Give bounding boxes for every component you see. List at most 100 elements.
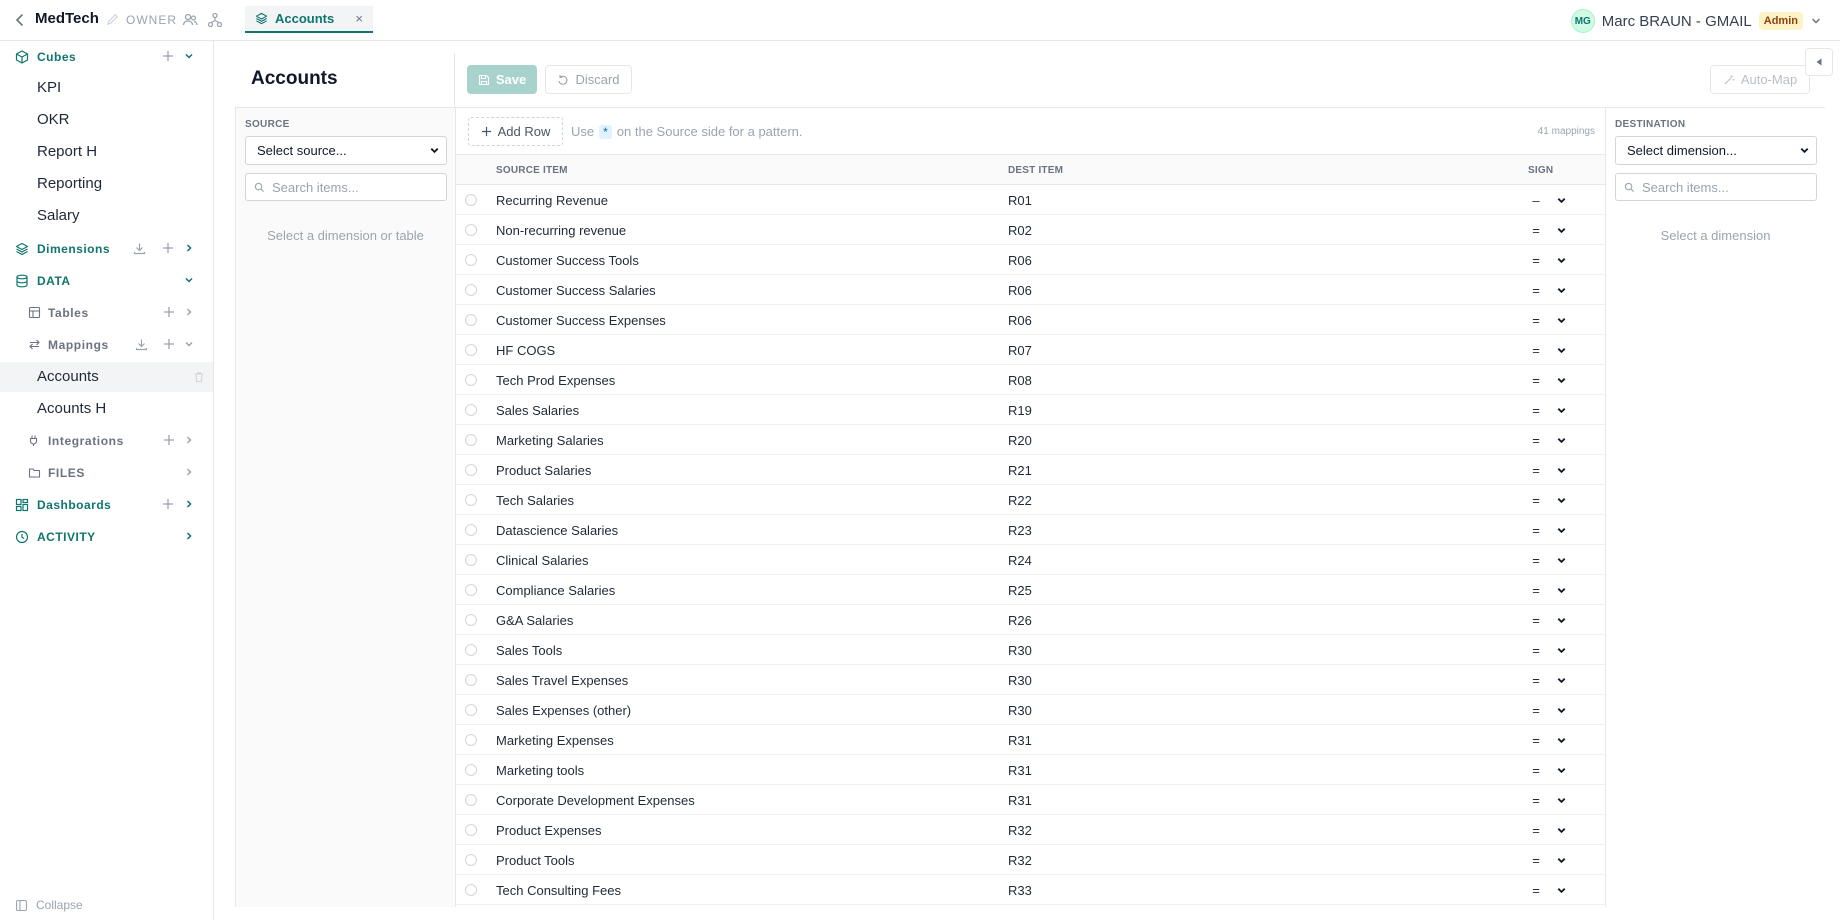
sign-chevron-down-icon[interactable] [1556,555,1567,566]
dest-item-cell[interactable]: R24 [1008,553,1032,568]
source-item-cell[interactable]: Sales Salaries [496,403,579,418]
dest-item-cell[interactable]: R31 [1008,733,1032,748]
sidebar-item-accounts[interactable]: Accounts [0,362,213,392]
sign-chevron-down-icon[interactable] [1556,645,1567,656]
column-header-dest[interactable]: DEST ITEM [1008,165,1063,176]
table-row[interactable]: Tech Salaries R22 = [456,485,1606,515]
table-row[interactable]: Corporate Development Expenses R31 = [456,785,1606,815]
dest-item-cell[interactable]: R23 [1008,523,1032,538]
tab-accounts[interactable]: Accounts × [245,6,373,33]
table-row[interactable]: Datascience Salaries R23 = [456,515,1606,545]
table-row[interactable]: Customer Success Tools R06 = [456,245,1606,275]
sign-chevron-down-icon[interactable] [1556,735,1567,746]
table-row[interactable]: Product Expenses R32 = [456,815,1606,845]
sidebar-section-activity[interactable]: ACTIVITY [0,522,213,552]
back-icon[interactable] [12,12,28,28]
sign-chevron-down-icon[interactable] [1556,675,1567,686]
sign-chevron-down-icon[interactable] [1556,855,1567,866]
sign-chevron-down-icon[interactable] [1556,885,1567,896]
sidebar-item-files[interactable]: FILES [0,458,213,488]
table-row[interactable]: G&A Salaries R26 = [456,605,1606,635]
source-item-cell[interactable]: Tech Salaries [496,493,574,508]
row-checkbox[interactable] [465,614,477,626]
sidebar-item-salary[interactable]: Salary [0,201,213,231]
sidebar-item-report-h[interactable]: Report H [0,137,213,167]
table-row[interactable]: Tech Consulting Fees R33 = [456,875,1606,905]
row-checkbox[interactable] [465,404,477,416]
table-row[interactable]: Marketing tools R31 = [456,755,1606,785]
source-item-cell[interactable]: G&A Salaries [496,613,573,628]
dest-item-cell[interactable]: R25 [1008,583,1032,598]
chevron-right-icon[interactable] [183,306,195,318]
add-icon[interactable] [162,50,174,62]
chevron-down-icon[interactable] [183,274,195,286]
row-checkbox[interactable] [465,224,477,236]
sign-chevron-down-icon[interactable] [1556,195,1567,206]
sign-chevron-down-icon[interactable] [1556,585,1567,596]
download-icon[interactable] [135,338,148,351]
sidebar-item-reporting[interactable]: Reporting [0,169,213,199]
sign-chevron-down-icon[interactable] [1556,375,1567,386]
dest-item-cell[interactable]: R33 [1008,883,1032,898]
dest-item-cell[interactable]: R30 [1008,703,1032,718]
table-row[interactable]: Sales Tools R30 = [456,635,1606,665]
chevron-down-icon[interactable] [183,338,195,350]
save-button[interactable]: Save [467,65,537,94]
sign-chevron-down-icon[interactable] [1556,435,1567,446]
sign-chevron-down-icon[interactable] [1556,825,1567,836]
sign-chevron-down-icon[interactable] [1556,345,1567,356]
dest-item-cell[interactable]: R01 [1008,193,1032,208]
auto-map-button[interactable]: Auto-Map [1710,65,1810,94]
dest-item-cell[interactable]: R20 [1008,433,1032,448]
row-checkbox[interactable] [465,524,477,536]
table-row[interactable]: Clinical Salaries R24 = [456,545,1606,575]
dest-item-cell[interactable]: R32 [1008,853,1032,868]
table-row[interactable]: Product Salaries R21 = [456,455,1606,485]
chevron-down-icon[interactable] [1810,15,1822,27]
sign-chevron-down-icon[interactable] [1556,255,1567,266]
source-item-cell[interactable]: Sales Expenses (other) [496,703,631,718]
sign-chevron-down-icon[interactable] [1556,315,1567,326]
collapse-sidebar-button[interactable]: Collapse [15,898,83,912]
chevron-right-icon[interactable] [183,466,195,478]
column-header-sign[interactable]: SIGN [1528,165,1553,176]
app-title[interactable]: MedTech [35,10,99,27]
chevron-right-icon[interactable] [183,434,195,446]
add-icon[interactable] [162,498,174,510]
dest-item-cell[interactable]: R30 [1008,673,1032,688]
toggle-panel-button[interactable] [1805,48,1833,76]
destination-search-input[interactable] [1642,179,1802,195]
source-item-cell[interactable]: Product Salaries [496,463,591,478]
chevron-right-icon[interactable] [183,530,195,542]
dest-item-cell[interactable]: R22 [1008,493,1032,508]
sidebar-item-integrations[interactable]: Integrations [0,426,213,456]
dest-item-cell[interactable]: R06 [1008,313,1032,328]
row-checkbox[interactable] [465,584,477,596]
source-item-cell[interactable]: Tech Prod Expenses [496,373,615,388]
row-checkbox[interactable] [465,374,477,386]
row-checkbox[interactable] [465,254,477,266]
dest-item-cell[interactable]: R21 [1008,463,1032,478]
add-icon[interactable] [163,338,175,350]
table-row[interactable]: Sales Travel Expenses R30 = [456,665,1606,695]
dest-item-cell[interactable]: R08 [1008,373,1032,388]
source-search-input[interactable] [272,179,432,195]
dest-item-cell[interactable]: R06 [1008,253,1032,268]
table-row[interactable]: Sales Expenses (other) R30 = [456,695,1606,725]
sign-chevron-down-icon[interactable] [1556,795,1567,806]
row-checkbox[interactable] [465,794,477,806]
row-checkbox[interactable] [465,434,477,446]
sidebar-section-cubes[interactable]: Cubes [0,42,213,72]
sidebar-item-mappings[interactable]: Mappings [0,330,213,360]
source-item-cell[interactable]: Non-recurring revenue [496,223,626,238]
add-icon[interactable] [163,306,175,318]
sidebar-section-dashboards[interactable]: Dashboards [0,490,213,520]
dest-item-cell[interactable]: R07 [1008,343,1032,358]
row-checkbox[interactable] [465,194,477,206]
sign-chevron-down-icon[interactable] [1556,525,1567,536]
destination-select[interactable]: Select dimension... [1615,136,1817,165]
table-row[interactable]: Tech Prod Expenses R08 = [456,365,1606,395]
add-icon[interactable] [163,434,175,446]
table-row[interactable]: Compliance Salaries R25 = [456,575,1606,605]
table-row[interactable]: Customer Success Salaries R06 = [456,275,1606,305]
